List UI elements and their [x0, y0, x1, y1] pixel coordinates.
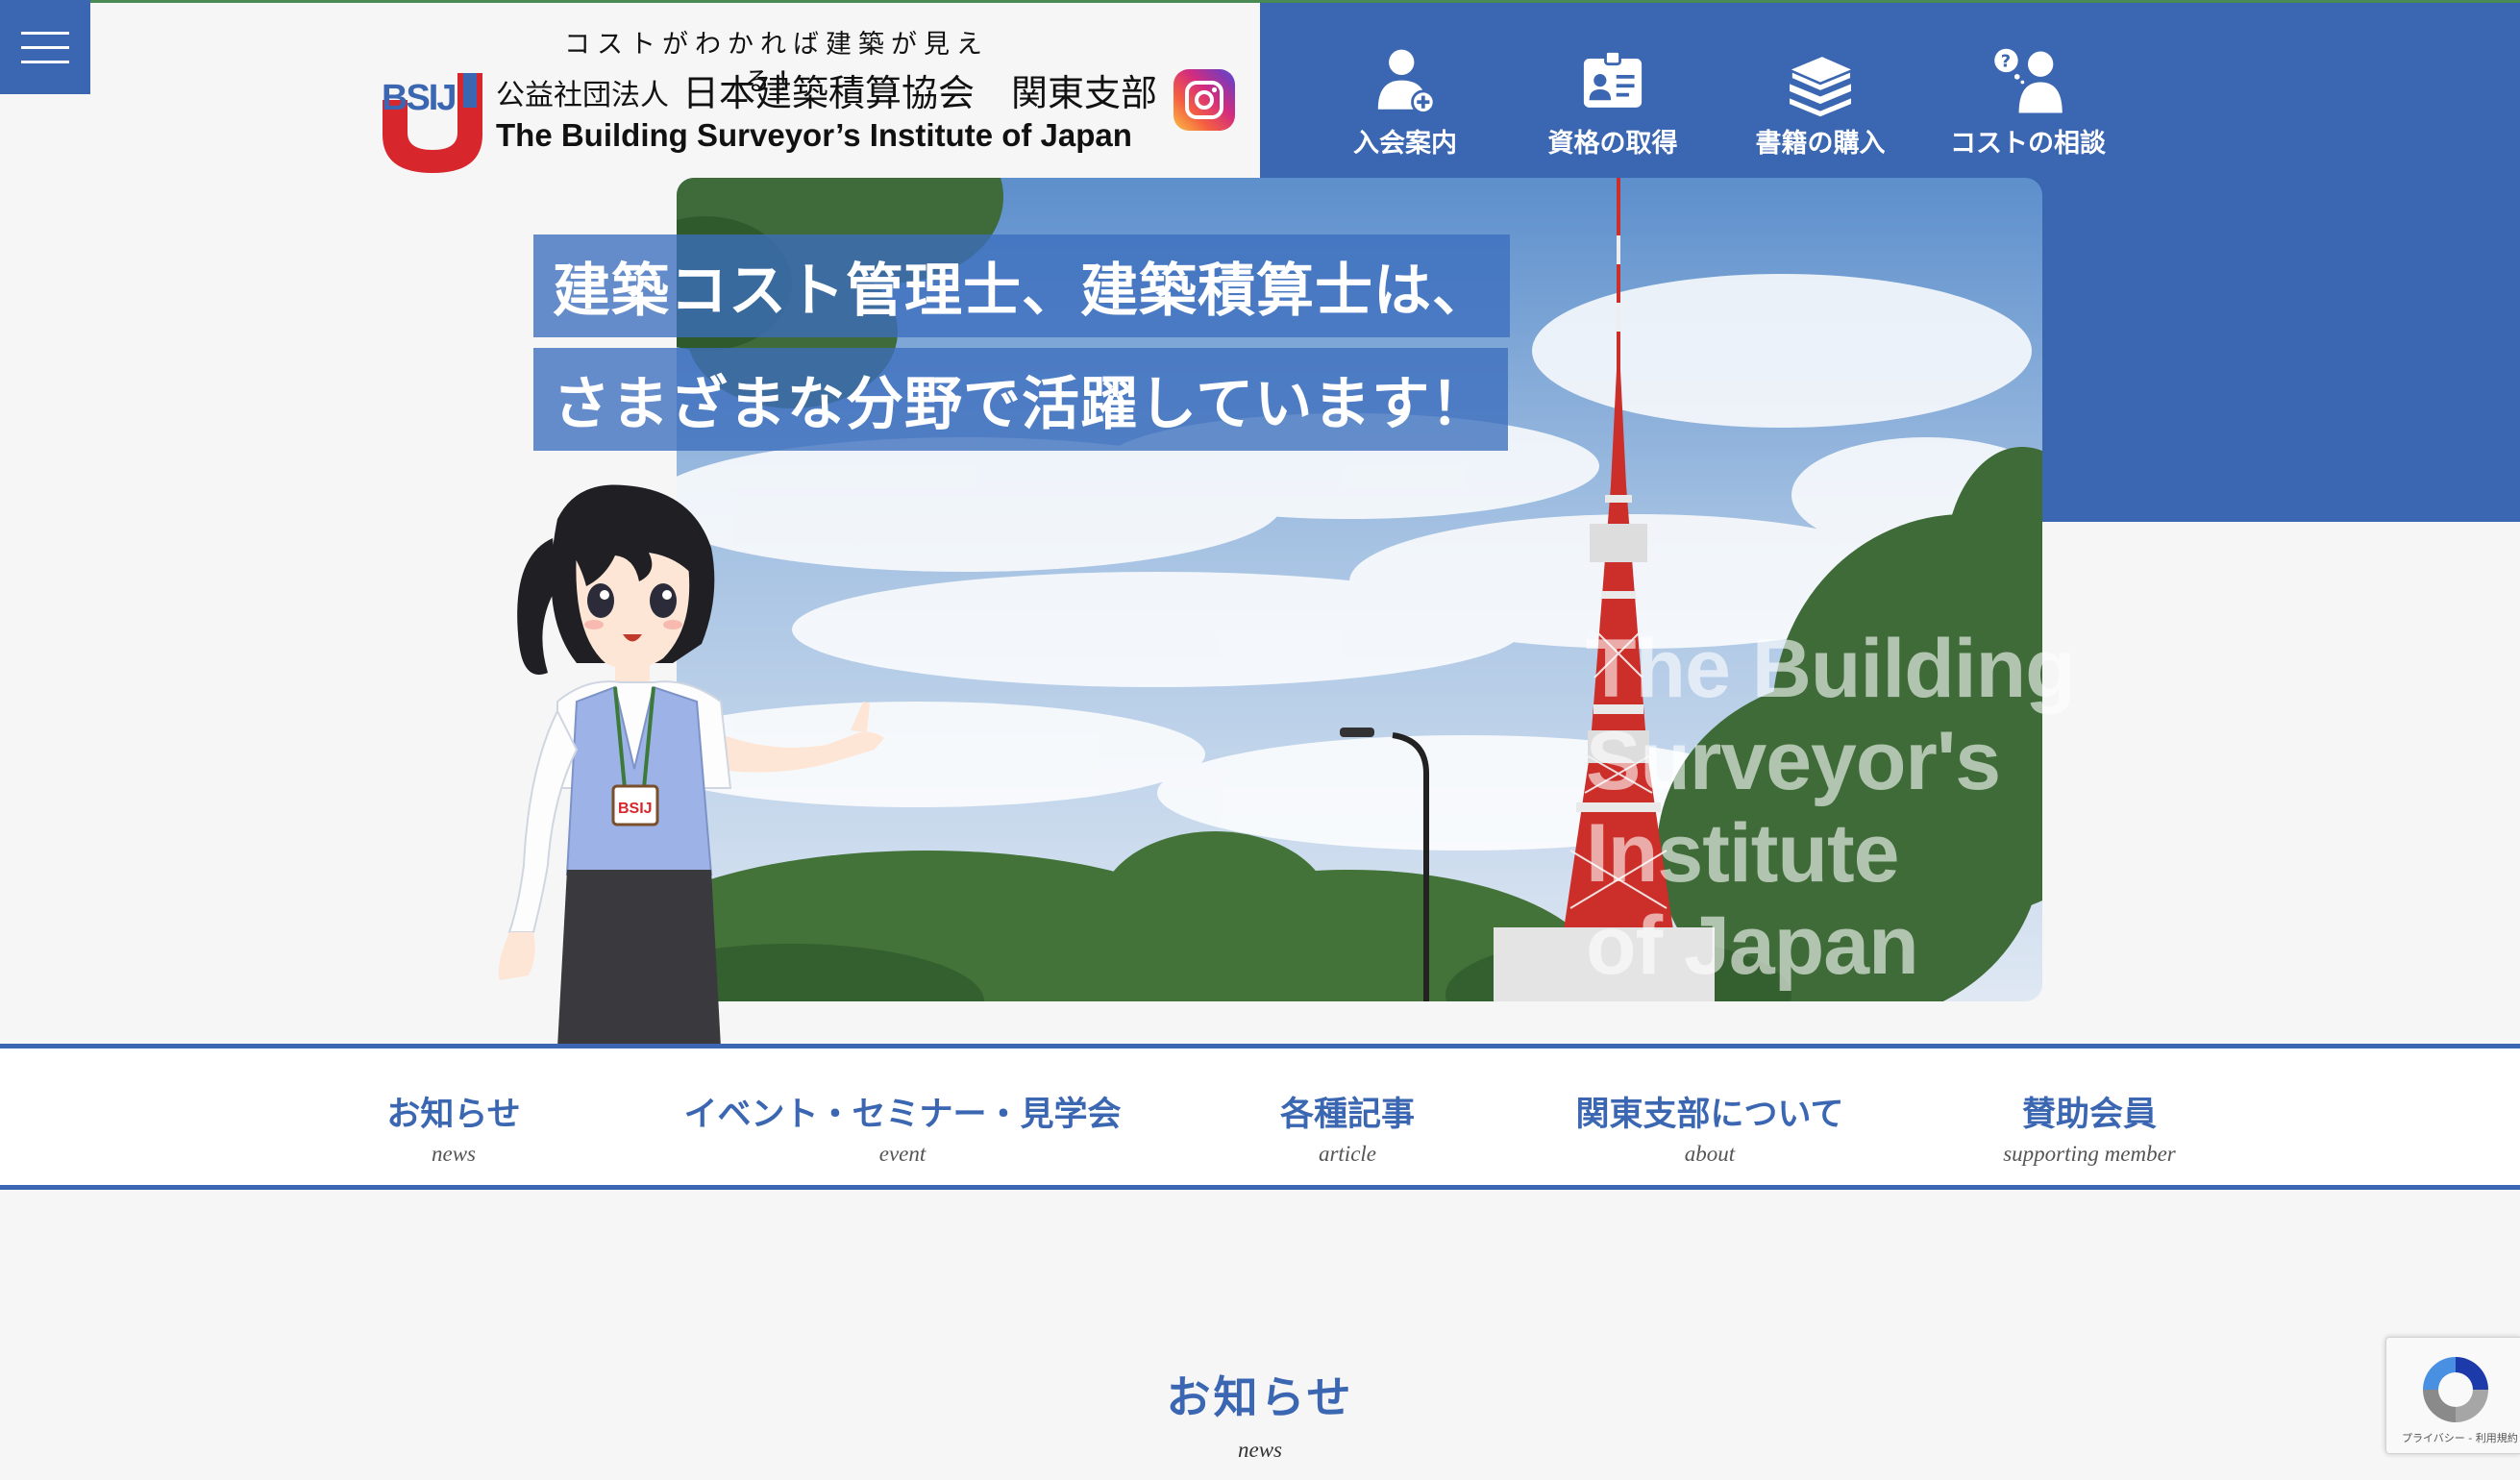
news-section-title: お知らせ [1166, 1371, 1354, 1423]
person-plus-icon [1377, 49, 1436, 114]
bsij-logo-icon: BSIJ [382, 73, 482, 173]
top-nav-label: 書籍の購入 [1755, 129, 1886, 159]
top-nav-label: 資格の取得 [1547, 129, 1678, 159]
page: コストがわかれば建築が見える！ BSIJ 公益社団法人 日本建築積算協会 関東支… [0, 0, 2520, 1480]
nav-about[interactable]: 関東支部について about [1555, 1087, 1865, 1167]
nav-news-label: お知らせ [386, 1096, 521, 1134]
site-logo[interactable]: コストがわかれば建築が見える！ BSIJ 公益社団法人 日本建築積算協会 関東支… [379, 19, 1244, 183]
nav-event-label: イベント・セミナー・見学会 [683, 1096, 1122, 1134]
news-section-subtitle: news [1238, 1438, 1282, 1462]
nav-supporting-member[interactable]: 賛助会員 supporting member [1980, 1087, 2199, 1167]
top-accent-line [0, 0, 2520, 3]
recaptcha-badge[interactable]: プライバシー - 利用規約 [2385, 1337, 2520, 1454]
top-nav-books[interactable]: 書籍の購入 [1717, 44, 1924, 160]
logo-text: BSIJ [382, 78, 455, 118]
badge-text: BSIJ [618, 801, 653, 817]
nav-about-label: 関東支部について [1575, 1096, 1844, 1134]
nav-article-label: 各種記事 [1279, 1096, 1415, 1134]
instagram-icon[interactable] [1174, 69, 1235, 131]
org-english-name: The Building Surveyor’s Institute of Jap… [496, 117, 1132, 153]
top-icon-nav: 入会案内 資格の取得 書籍の購入 ? コストの相談 [1301, 44, 2132, 160]
books-icon [1790, 57, 1852, 117]
top-nav-label: 入会案内 [1353, 129, 1457, 159]
hamburger-menu-icon[interactable] [0, 0, 90, 94]
main-nav: お知らせ news イベント・セミナー・見学会 event 各種記事 artic… [0, 1044, 2520, 1190]
hero-headline-line1: 建築コスト管理士、建築積算士は、 [533, 234, 1510, 337]
org-name: 日本建築積算協会 関東支部 [682, 72, 1158, 114]
hero-headline-line2: さまざまな分野で活躍しています！ [533, 348, 1509, 451]
top-nav-qualification[interactable]: 資格の取得 [1509, 44, 1717, 160]
nav-news[interactable]: お知らせ news [357, 1087, 551, 1167]
nav-supporting-member-label: 賛助会員 [2021, 1096, 2157, 1134]
nav-article[interactable]: 各種記事 article [1251, 1087, 1444, 1167]
question-person-icon: ? [1994, 48, 2063, 113]
mascot-character-illustration: BSIJ [498, 484, 884, 1048]
svg-text:?: ? [2001, 52, 2011, 72]
nav-news-sub: news [432, 1142, 476, 1166]
top-nav-membership[interactable]: 入会案内 [1301, 44, 1509, 160]
recaptcha-icon [2423, 1357, 2488, 1422]
id-card-icon [1583, 50, 1643, 108]
nav-supporting-member-sub: supporting member [2003, 1142, 2176, 1166]
nav-event-sub: event [878, 1142, 926, 1166]
nav-article-sub: article [1318, 1142, 1377, 1166]
nav-event[interactable]: イベント・セミナー・見学会 event [663, 1087, 1142, 1167]
nav-about-sub: about [1684, 1142, 1736, 1166]
hero-watermark-text: The Building Surveyor's Institute of Jap… [1586, 623, 2076, 992]
top-nav-consultation[interactable]: ? コストの相談 [1924, 44, 2132, 160]
org-prefix: 公益社団法人 [496, 79, 669, 112]
top-nav-label: コストの相談 [1950, 129, 2106, 159]
recaptcha-links[interactable]: プライバシー - 利用規約 [2402, 1430, 2518, 1445]
